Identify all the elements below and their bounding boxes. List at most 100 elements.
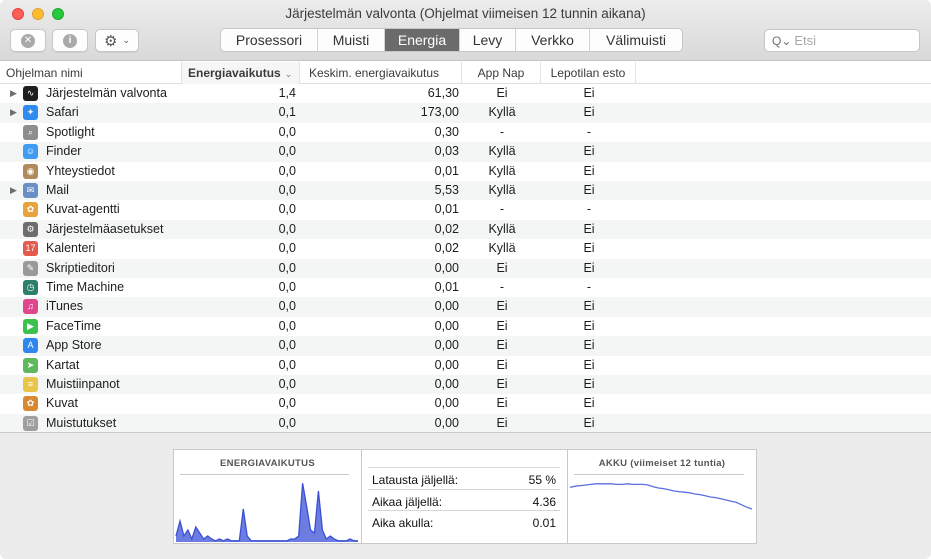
process-name: Time Machine (46, 280, 125, 294)
table-row[interactable]: ≡ Muistiinpanot 0,0 0,00 Ei Ei (0, 375, 931, 395)
time-machine-icon: ◷ (23, 280, 38, 295)
table-row[interactable]: ✿ Kuvat 0,0 0,00 Ei Ei (0, 394, 931, 413)
battery-level-line (569, 483, 753, 510)
app-nap-value: Kyllä (488, 144, 516, 159)
battery-section: AKKU (viimeiset 12 tuntia) (568, 450, 756, 543)
stat-label: Aika akulla: (372, 516, 434, 530)
search-input[interactable] (794, 33, 915, 48)
stat-label: Latausta jäljellä: (372, 473, 459, 487)
sleep-prevention-value: Ei (583, 144, 595, 159)
stop-process-button[interactable]: ✕ (10, 29, 46, 52)
photos-agent-icon: ✿ (23, 202, 38, 218)
column-header-energy[interactable]: Energiavaikutus ⌄ (182, 62, 300, 84)
battery-stats-section: Latausta jäljellä: 55 % Aikaa jäljellä: 4.3… (362, 450, 568, 543)
app-store-icon: A (23, 338, 38, 354)
sleep-prevention-value: Ei (583, 183, 595, 197)
app-nap-value: Ei (496, 260, 508, 275)
avg-energy-impact-value: 0,00 (434, 338, 459, 353)
sleep-prevention-value: Ei (583, 221, 595, 236)
tab-energia[interactable]: Energia (385, 29, 460, 51)
table-row[interactable]: A App Store 0,0 0,00 Ei Ei (0, 336, 931, 356)
table-row[interactable]: ☺ Finder 0,0 0,03 Kyllä Ei (0, 142, 931, 162)
disclosure-triangle-icon[interactable]: ▶ (10, 103, 17, 122)
stat-value: 0.01 (532, 516, 556, 530)
sleep-prevention-value: Ei (583, 260, 595, 275)
avg-energy-impact-value: 0,01 (434, 202, 459, 217)
avg-energy-impact-value: 0,00 (434, 357, 459, 372)
action-menu-button[interactable]: ⚙ ⌄ (95, 29, 139, 52)
tab-välimuisti[interactable]: Välimuisti (590, 29, 682, 51)
table-row[interactable]: ✎ Skriptieditori 0,0 0,00 Ei Ei (0, 258, 931, 278)
process-name: Yhteystiedot (46, 163, 115, 178)
energy-impact-title: ENERGIAVAIKUTUS (220, 458, 315, 469)
bottom-panel: ENERGIAVAIKUTUS Latausta jäljellä: 55 % Ai… (0, 432, 931, 559)
stat-value: 55 % (528, 473, 556, 487)
table-row[interactable]: ♫ iTunes 0,0 0,00 Ei Ei (0, 297, 931, 317)
disclosure-triangle-icon[interactable]: ▶ (10, 181, 17, 200)
energy-impact-value: 0,0 (278, 221, 296, 236)
table-row[interactable]: ▶ ✉ Mail 0,0 5,53 Kyllä Ei (0, 181, 931, 201)
contacts-icon: ◉ (23, 163, 38, 179)
table-row[interactable]: ⚙ Järjestelmäasetukset 0,0 0,02 Kyllä Ei (0, 219, 931, 240)
process-table: ▶ ∿ Järjestelmän valvonta 1,4 61,30 Ei Ei ▶ ✦ Saf… (0, 84, 931, 432)
avg-energy-impact-value: 61,30 (427, 86, 459, 100)
energy-impact-value: 0,0 (278, 183, 296, 197)
avg-energy-impact-value: 0,00 (434, 396, 459, 411)
energy-impact-value: 0,0 (278, 241, 296, 256)
app-nap-value: Kyllä (488, 241, 516, 256)
tab-muisti[interactable]: Muisti (318, 29, 385, 51)
process-name: Muistiinpanot (46, 377, 120, 391)
energy-impact-value: 0,0 (278, 377, 296, 391)
table-row[interactable]: ▶ ∿ Järjestelmän valvonta 1,4 61,30 Ei Ei (0, 84, 931, 103)
process-name: Järjestelmäasetukset (46, 221, 164, 236)
battery-level-graph (569, 483, 753, 510)
table-row[interactable]: 17 Kalenteri 0,0 0,02 Kyllä Ei (0, 239, 931, 258)
search-icon: Q⌄ (772, 33, 792, 48)
stat-label: Aikaa jäljellä: (372, 495, 443, 509)
mail-icon: ✉ (23, 183, 38, 198)
process-name: Kartat (46, 357, 80, 372)
app-nap-value: Ei (496, 86, 508, 100)
column-header-sleep-prevention[interactable]: Lepotilan esto (541, 62, 636, 84)
process-name: Mail (46, 183, 69, 197)
table-row[interactable]: ▶ FaceTime 0,0 0,00 Ei Ei (0, 317, 931, 336)
table-row[interactable]: ☑ Muistutukset 0,0 0,00 Ei Ei (0, 413, 931, 432)
energy-impact-value: 0,1 (278, 105, 296, 120)
column-header-app-nap[interactable]: App Nap (462, 62, 541, 84)
sleep-prevention-value: Ei (583, 241, 595, 256)
sleep-prevention-value: Ei (583, 357, 595, 372)
inspect-process-button[interactable]: i (52, 29, 88, 52)
tab-levy[interactable]: Levy (460, 29, 516, 51)
table-row[interactable]: ⌕ Spotlight 0,0 0,30 - - (0, 123, 931, 142)
sleep-prevention-value: Ei (583, 318, 595, 333)
tab-verkko[interactable]: Verkko (516, 29, 590, 51)
system-preferences-icon: ⚙ (23, 221, 38, 237)
script-editor-icon: ✎ (23, 260, 38, 276)
energy-impact-value: 1,4 (278, 86, 296, 100)
process-name: Spotlight (46, 124, 95, 139)
avg-energy-impact-value: 173,00 (420, 105, 459, 120)
x-circle-icon: ✕ (21, 33, 35, 48)
table-row[interactable]: ◉ Yhteystiedot 0,0 0,01 Kyllä Ei (0, 162, 931, 181)
table-row[interactable]: ▶ ✦ Safari 0,1 173,00 Kyllä Ei (0, 103, 931, 123)
column-header-name[interactable]: Ohjelman nimi (0, 62, 182, 84)
table-row[interactable]: ◷ Time Machine 0,0 0,01 - - (0, 278, 931, 297)
app-nap-value: Ei (496, 377, 508, 391)
spotlight-icon: ⌕ (23, 124, 38, 140)
process-name: App Store (46, 338, 102, 353)
table-row[interactable]: ➤ Kartat 0,0 0,00 Ei Ei (0, 356, 931, 375)
title-toolbar: Järjestelmän valvonta (Ohjelmat viimeise… (0, 0, 931, 61)
app-nap-value: Ei (496, 415, 508, 430)
energy-impact-value: 0,0 (278, 318, 296, 333)
column-header-avg-energy[interactable]: Keskim. energiavaikutus (300, 62, 462, 84)
energy-impact-value: 0,0 (278, 260, 296, 275)
table-row[interactable]: ✿ Kuvat-agentti 0,0 0,01 - - (0, 200, 931, 219)
avg-energy-impact-value: 5,53 (434, 183, 459, 197)
search-field[interactable]: Q⌄ (764, 29, 920, 52)
tab-prosessori[interactable]: Prosessori (221, 29, 318, 51)
app-nap-value: Ei (496, 338, 508, 353)
disclosure-triangle-icon[interactable]: ▶ (10, 84, 17, 103)
avg-energy-impact-value: 0,03 (434, 144, 459, 159)
energy-summary-panel: ENERGIAVAIKUTUS Latausta jäljellä: 55 % Ai… (173, 449, 757, 544)
energy-impact-value: 0,0 (278, 357, 296, 372)
